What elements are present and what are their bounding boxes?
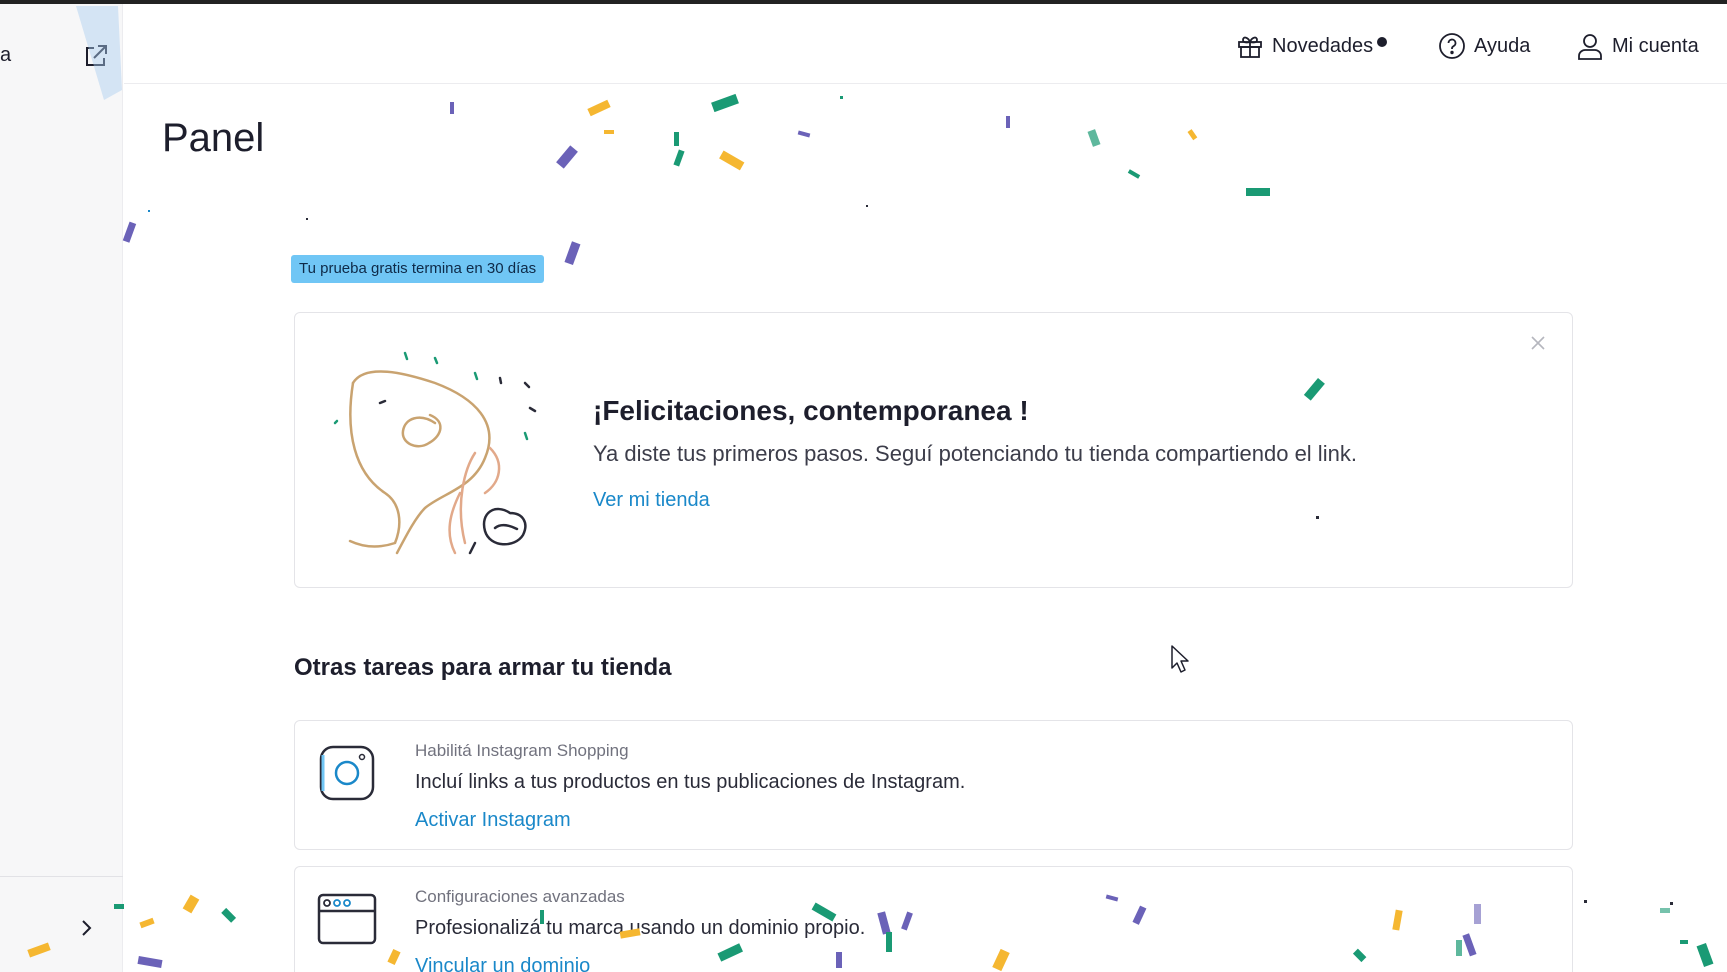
trial-badge: Tu prueba gratis termina en 30 días [291, 255, 545, 283]
chevron-right-icon[interactable] [76, 916, 96, 940]
other-tasks-title: Otras tareas para armar tu tienda [294, 654, 672, 681]
instagram-icon [319, 745, 375, 801]
sidebar-store-name: a [0, 44, 12, 66]
mouse-cursor-icon [1171, 645, 1189, 673]
news-label-text: Novedades [1272, 34, 1374, 57]
sidebar: a [0, 4, 123, 972]
activate-instagram-link[interactable]: Activar Instagram [415, 809, 571, 832]
congrats-card: ¡Felicitaciones, contemporanea ! Ya dist… [294, 312, 1573, 588]
congrats-title: ¡Felicitaciones, contemporanea ! [593, 395, 1029, 426]
top-header: Novedades Ayuda Mi cuenta [124, 4, 1727, 84]
task-card-domain: Configuraciones avanzadas Profesionalizá… [294, 866, 1573, 972]
news-label: Novedades [1272, 34, 1388, 58]
task-label: Habilitá Instagram Shopping [415, 741, 629, 760]
account-label: Mi cuenta [1612, 34, 1699, 57]
sidebar-divider [0, 876, 123, 877]
task-description: Incluí links a tus productos en tus publ… [415, 771, 966, 793]
account-button[interactable]: Mi cuenta [1576, 28, 1699, 64]
page-title: Panel [162, 116, 265, 160]
help-icon [1439, 33, 1465, 59]
user-icon [1578, 34, 1602, 60]
external-link-icon[interactable] [80, 40, 112, 72]
notification-dot [1377, 36, 1388, 47]
trophy-celebration-illustration [333, 351, 537, 555]
congrats-description: Ya diste tus primeros pasos. Seguí poten… [593, 441, 1357, 466]
gift-icon [1238, 36, 1262, 58]
help-button[interactable]: Ayuda [1438, 28, 1530, 64]
news-button[interactable]: Novedades [1236, 28, 1388, 64]
task-description: Profesionalizá tu marca usando un domini… [415, 917, 866, 939]
help-label: Ayuda [1474, 34, 1531, 57]
task-label: Configuraciones avanzadas [415, 887, 625, 906]
close-icon[interactable] [1528, 333, 1548, 353]
view-store-link[interactable]: Ver mi tienda [593, 489, 710, 512]
link-domain-link[interactable]: Vincular un dominio [415, 955, 590, 972]
browser-window-icon [317, 893, 377, 945]
task-card-instagram: Habilitá Instagram Shopping Incluí links… [294, 720, 1573, 850]
